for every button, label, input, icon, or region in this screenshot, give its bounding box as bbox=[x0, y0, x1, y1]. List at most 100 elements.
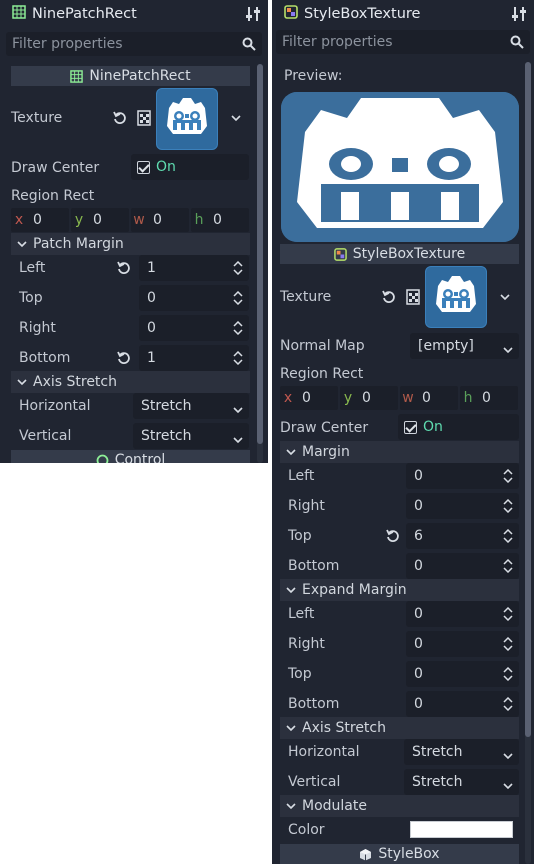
axis-stretch-group[interactable]: Axis Stretch bbox=[11, 371, 250, 393]
revert-icon[interactable] bbox=[117, 261, 131, 275]
region-rect-label: Region Rect bbox=[280, 366, 364, 382]
axis-stretch-horizontal-select[interactable]: Stretch bbox=[133, 393, 249, 419]
spinner-arrows-icon[interactable] bbox=[503, 636, 513, 655]
spinner-arrows-icon[interactable] bbox=[503, 666, 513, 685]
margin-top-label: Top bbox=[288, 528, 312, 544]
patch-margin-left-field[interactable]: 1 bbox=[139, 255, 249, 281]
section-stylebox: StyleBox bbox=[280, 844, 519, 864]
section-title: StyleBox bbox=[378, 846, 440, 862]
spinner-arrows-icon[interactable] bbox=[503, 498, 513, 517]
chevron-down-icon[interactable] bbox=[231, 114, 241, 122]
margin-top-field[interactable]: 6 bbox=[406, 523, 519, 549]
margin-right-field[interactable]: 0 bbox=[406, 493, 519, 519]
revert-icon[interactable] bbox=[113, 111, 127, 125]
field-value: 0 bbox=[414, 696, 423, 712]
texture-thumbnail[interactable] bbox=[425, 266, 487, 328]
region-rect-w-field[interactable]: w0 bbox=[400, 386, 458, 410]
revert-icon[interactable] bbox=[382, 290, 396, 304]
modulate-title: Modulate bbox=[302, 798, 367, 814]
region-rect-h-field[interactable]: h0 bbox=[460, 386, 518, 410]
expand-margin-bottom-field[interactable]: 0 bbox=[406, 691, 519, 717]
scrollbar[interactable] bbox=[525, 62, 531, 864]
expand-margin-top-field[interactable]: 0 bbox=[406, 661, 519, 687]
region-rect-w-field[interactable]: w0 bbox=[131, 208, 189, 232]
draw-center-label: Draw Center bbox=[280, 420, 369, 436]
godot-logo-icon bbox=[432, 272, 480, 322]
filter-placeholder: Filter properties bbox=[282, 34, 393, 50]
chevron-down-icon[interactable] bbox=[500, 293, 510, 301]
patch-margin-top-field[interactable]: 0 bbox=[139, 285, 249, 311]
modulate-group[interactable]: Modulate bbox=[280, 795, 519, 817]
field-value: 0 bbox=[414, 666, 423, 682]
patch-margin-bottom-field[interactable]: 1 bbox=[139, 345, 249, 371]
tune-icon[interactable] bbox=[246, 6, 260, 26]
margin-group[interactable]: Margin bbox=[280, 441, 519, 463]
region-rect-y-value: 0 bbox=[93, 212, 102, 228]
checker-texture-icon[interactable] bbox=[406, 289, 422, 305]
spinner-arrows-icon[interactable] bbox=[233, 320, 243, 339]
axis-stretch-vertical-select[interactable]: Stretch bbox=[133, 423, 249, 449]
search-icon bbox=[510, 35, 524, 53]
ninepatchrect-icon bbox=[12, 5, 26, 23]
axis-y-label: y bbox=[74, 212, 84, 228]
draw-center-checkbox[interactable]: On bbox=[398, 414, 519, 440]
expand-margin-group[interactable]: Expand Margin bbox=[280, 579, 519, 601]
chevron-down-icon bbox=[17, 240, 27, 248]
spinner-arrows-icon[interactable] bbox=[503, 606, 513, 625]
scrollbar[interactable] bbox=[257, 64, 263, 463]
section-control: Control bbox=[11, 450, 250, 463]
axis-stretch-title: Axis Stretch bbox=[302, 720, 386, 736]
inspector-title: StyleBoxTexture bbox=[304, 6, 421, 22]
field-value: 1 bbox=[147, 350, 156, 366]
spinner-arrows-icon[interactable] bbox=[233, 350, 243, 369]
region-rect-x-value: 0 bbox=[33, 212, 42, 228]
axis-stretch-horizontal-select[interactable]: Stretch bbox=[404, 739, 519, 765]
spinner-arrows-icon[interactable] bbox=[503, 468, 513, 487]
filter-properties-input[interactable]: Filter properties bbox=[6, 32, 262, 56]
filter-properties-input[interactable]: Filter properties bbox=[276, 30, 530, 54]
texture-thumbnail[interactable] bbox=[156, 88, 218, 150]
spinner-arrows-icon[interactable] bbox=[233, 290, 243, 309]
select-value: Stretch bbox=[412, 774, 463, 790]
region-rect-y-field[interactable]: y0 bbox=[71, 208, 129, 232]
spinner-arrows-icon[interactable] bbox=[503, 696, 513, 715]
revert-icon[interactable] bbox=[117, 351, 131, 365]
region-rect-w-value: 0 bbox=[422, 390, 431, 406]
axis-h-label: h bbox=[463, 390, 473, 406]
section-styleboxtexture: StyleBoxTexture bbox=[280, 244, 519, 264]
styleboxtexture-inspector: StyleBoxTexture Filter properties Previe… bbox=[272, 0, 534, 864]
spinner-arrows-icon[interactable] bbox=[233, 260, 243, 279]
tune-icon[interactable] bbox=[512, 6, 526, 26]
checkbox-icon bbox=[137, 160, 150, 174]
axis-stretch-group[interactable]: Axis Stretch bbox=[280, 717, 519, 739]
region-rect-x-field[interactable]: x0 bbox=[11, 208, 69, 232]
region-rect-x-field[interactable]: x0 bbox=[280, 386, 338, 410]
region-rect-h-field[interactable]: h0 bbox=[191, 208, 249, 232]
margin-left-field[interactable]: 0 bbox=[406, 463, 519, 489]
margin-bottom-field[interactable]: 0 bbox=[406, 553, 519, 579]
draw-center-checkbox[interactable]: On bbox=[131, 154, 249, 180]
spinner-arrows-icon[interactable] bbox=[503, 528, 513, 547]
inspector-header: StyleBoxTexture bbox=[272, 0, 534, 28]
region-rect-y-field[interactable]: y0 bbox=[340, 386, 398, 410]
field-value: 0 bbox=[414, 468, 423, 484]
draw-center-value: On bbox=[156, 159, 176, 175]
margin-bottom-label: Bottom bbox=[288, 558, 340, 574]
scrollbar-thumb[interactable] bbox=[257, 64, 263, 444]
axis-stretch-vertical-select[interactable]: Stretch bbox=[404, 769, 519, 795]
scrollbar-thumb[interactable] bbox=[525, 62, 531, 737]
revert-icon[interactable] bbox=[386, 529, 400, 543]
color-label: Color bbox=[288, 822, 325, 838]
ninepatchrect-inspector: NinePatchRect Filter properties NinePatc… bbox=[0, 0, 268, 463]
expand-margin-right-field[interactable]: 0 bbox=[406, 631, 519, 657]
normal-map-select[interactable]: [empty] bbox=[410, 333, 519, 359]
chevron-down-icon bbox=[233, 432, 243, 448]
patch-margin-group[interactable]: Patch Margin bbox=[11, 233, 250, 255]
spinner-arrows-icon[interactable] bbox=[503, 558, 513, 577]
expand-margin-left-field[interactable]: 0 bbox=[406, 601, 519, 627]
field-value: 0 bbox=[414, 558, 423, 574]
color-swatch[interactable] bbox=[410, 821, 513, 838]
axis-stretch-title: Axis Stretch bbox=[33, 374, 117, 390]
checker-texture-icon[interactable] bbox=[137, 110, 153, 126]
patch-margin-right-field[interactable]: 0 bbox=[139, 315, 249, 341]
